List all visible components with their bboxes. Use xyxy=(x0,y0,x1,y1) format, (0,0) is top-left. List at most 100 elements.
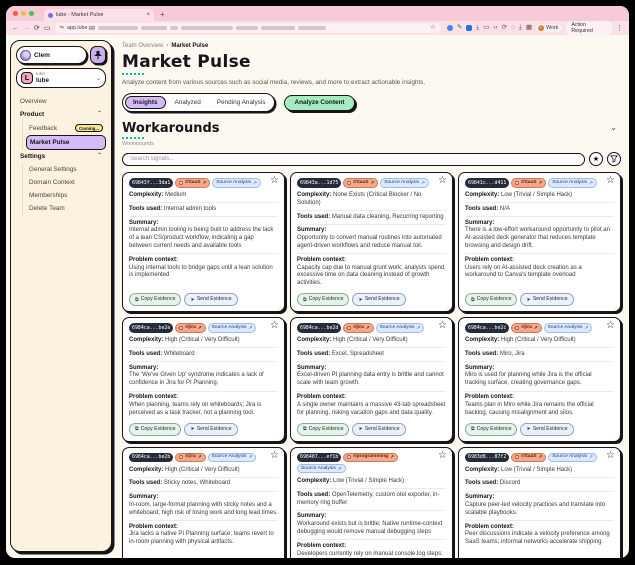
extension-pencil-icon[interactable]: ✎ xyxy=(457,25,462,32)
signal-id-badge: 6984ca...be2e xyxy=(129,323,173,332)
send-evidence-button[interactable]: ➤ Send Evidence xyxy=(352,423,405,436)
complexity-value: Medium xyxy=(163,192,186,198)
analyze-content-button[interactable]: Analyze Content xyxy=(284,95,354,111)
tab-analyzed[interactable]: Analyzed xyxy=(168,97,208,108)
external-link-icon: ↗ xyxy=(248,325,252,331)
copy-evidence-button[interactable]: ⧉ Copy Evidence xyxy=(129,293,181,306)
side-panel-icon[interactable]: ▭ xyxy=(44,25,51,32)
new-tab-button[interactable]: + xyxy=(160,10,165,21)
forward-icon[interactable]: → xyxy=(23,25,30,32)
send-evidence-button[interactable]: ➤ Send Evidence xyxy=(520,423,573,436)
pin-sidebar-button[interactable] xyxy=(90,46,106,64)
site-settings-icon[interactable]: ⇋ xyxy=(60,25,65,31)
card-badges: 69843a...1d75 r/SaaS ↗ Source Analysis ↗ xyxy=(297,178,446,187)
tab-insights[interactable]: Insights xyxy=(125,96,166,109)
source-analysis-badge[interactable]: Source Analysis ↗ xyxy=(297,464,346,473)
back-icon[interactable]: ← xyxy=(12,25,19,32)
star-icon[interactable]: ☆ xyxy=(270,176,279,186)
subreddit-badge[interactable]: r/jira ↗ xyxy=(511,323,541,332)
subreddit-label: r/SaaS xyxy=(185,180,200,186)
star-icon[interactable]: ☆ xyxy=(438,321,447,331)
action-required-button[interactable]: Action Required xyxy=(566,21,612,36)
close-window-button[interactable] xyxy=(13,11,18,16)
minimize-window-button[interactable] xyxy=(21,11,26,16)
problem-context-block: Problem context: Using internal tools to… xyxy=(129,254,278,282)
sidebar-item-market-pulse[interactable]: Market Pulse xyxy=(26,135,106,150)
bookmark-star-icon[interactable]: ☆ xyxy=(430,25,436,32)
subreddit-badge[interactable]: r/jira ↗ xyxy=(343,323,373,332)
send-evidence-button[interactable]: ➤ Send Evidence xyxy=(520,293,573,306)
source-analysis-badge[interactable]: Source Analysis ↗ xyxy=(380,178,429,187)
star-icon[interactable]: ☆ xyxy=(438,176,447,186)
star-icon[interactable]: ☆ xyxy=(606,321,615,331)
code-icon[interactable]: ‹› xyxy=(493,25,497,32)
send-evidence-button[interactable]: ➤ Send Evidence xyxy=(352,293,405,306)
source-analysis-badge[interactable]: Source Analysis ↗ xyxy=(208,323,257,332)
sidebar-section-settings[interactable]: Settings ⌃ xyxy=(16,150,106,163)
favorites-filter-button[interactable]: ★ xyxy=(589,152,603,166)
star-icon[interactable]: ☆ xyxy=(606,176,615,186)
source-analysis-badge[interactable]: Source Analysis ↗ xyxy=(548,178,597,187)
send-evidence-button[interactable]: ➤ Send Evidence xyxy=(184,423,237,436)
sidebar-section-product[interactable]: Product ⌃ xyxy=(16,108,106,121)
breadcrumb-parent[interactable]: Team Overview xyxy=(122,43,163,49)
subreddit-badge[interactable]: r/SaaS ↗ xyxy=(343,178,378,187)
star-icon[interactable]: ☆ xyxy=(270,451,279,461)
send-evidence-button[interactable]: ➤ Send Evidence xyxy=(184,293,237,306)
sidebar-item-delete-team[interactable]: Delete Team xyxy=(26,202,106,215)
apps-grid-icon[interactable]: ▦ xyxy=(526,25,532,32)
reload-icon[interactable]: ⟳ xyxy=(34,25,40,32)
profile-circle-icon[interactable]: ◌ xyxy=(511,25,515,32)
extension-icon[interactable] xyxy=(447,25,453,31)
downloads-icon[interactable]: ⤓ xyxy=(519,25,522,32)
subreddit-badge[interactable]: r/jira ↗ xyxy=(175,453,205,462)
copy-evidence-button[interactable]: ⧉ Copy Evidence xyxy=(465,293,517,306)
source-analysis-badge[interactable]: Source Analysis ↗ xyxy=(544,323,593,332)
subreddit-badge[interactable]: r/programming ↗ xyxy=(343,453,398,462)
url-bar[interactable]: ⇋ app.lube.gg ☆ xyxy=(55,23,441,33)
problem-context-text: Developers currently rely on manual cons… xyxy=(297,551,446,558)
sidebar-item-overview[interactable]: Overview xyxy=(16,95,106,108)
star-icon[interactable]: ☆ xyxy=(606,451,615,461)
sidebar-item-general-settings[interactable]: General Settings xyxy=(26,163,106,176)
subreddit-badge[interactable]: r/SaaS ↗ xyxy=(511,178,546,187)
subreddit-badge[interactable]: r/jira ↗ xyxy=(175,323,205,332)
sidebar-item-feedback[interactable]: Feedback Coming... xyxy=(26,121,106,135)
problem-context-text: Using internal tools to bridge gaps unti… xyxy=(129,265,278,281)
source-analysis-badge[interactable]: Source Analysis ↗ xyxy=(208,453,257,462)
extension-panel-icon[interactable]: ▭ xyxy=(483,25,489,32)
subreddit-badge[interactable]: r/SaaS ↗ xyxy=(175,178,210,187)
copy-evidence-button[interactable]: ⧉ Copy Evidence xyxy=(297,293,349,306)
star-icon[interactable]: ☆ xyxy=(270,321,279,331)
browser-menu-icon[interactable]: ⋮ xyxy=(616,25,623,32)
download-tray-icon[interactable]: ⤓ xyxy=(476,25,479,32)
sidebar-item-memberships[interactable]: Memberships xyxy=(26,189,106,202)
sync-icon[interactable]: ⟳ xyxy=(502,25,507,32)
browser-tab[interactable]: lube - Market Pulse × xyxy=(44,9,154,21)
copy-evidence-button[interactable]: ⧉ Copy Evidence xyxy=(129,423,181,436)
sidebar-item-domain-context[interactable]: Domain Context xyxy=(26,176,106,189)
maximize-window-button[interactable] xyxy=(29,11,34,16)
tab-pending-analysis[interactable]: Pending Analysis xyxy=(210,97,273,108)
search-input[interactable] xyxy=(122,153,585,166)
filter-button[interactable] xyxy=(607,152,621,166)
browser-profile-chip[interactable]: Work xyxy=(536,24,562,32)
user-menu[interactable]: Clem xyxy=(16,46,87,64)
extension-icon[interactable] xyxy=(466,25,472,31)
team-selector[interactable]: L lube lube ⌄ xyxy=(16,68,106,88)
tools-used-label: Tools used: xyxy=(465,480,498,486)
star-icon[interactable]: ☆ xyxy=(438,451,447,461)
complexity-label: Complexity: xyxy=(129,467,163,473)
subreddit-badge[interactable]: r/SaaS ↗ xyxy=(511,453,546,462)
source-analysis-badge[interactable]: Source Analysis ↗ xyxy=(376,323,425,332)
copy-evidence-button[interactable]: ⧉ Copy Evidence xyxy=(465,423,517,436)
source-analysis-badge[interactable]: Source Analysis ↗ xyxy=(548,453,597,462)
source-analysis-label: Source Analysis xyxy=(212,325,247,331)
collapse-section-icon[interactable]: ⌄ xyxy=(606,121,621,134)
user-avatar xyxy=(20,50,31,61)
source-analysis-badge[interactable]: Source Analysis ↗ xyxy=(212,178,261,187)
tab-close-icon[interactable]: × xyxy=(146,12,150,18)
summary-label: Summary: xyxy=(297,513,326,519)
copy-evidence-button[interactable]: ⧉ Copy Evidence xyxy=(297,423,349,436)
tools-row: Tools used: N/A xyxy=(465,203,614,217)
